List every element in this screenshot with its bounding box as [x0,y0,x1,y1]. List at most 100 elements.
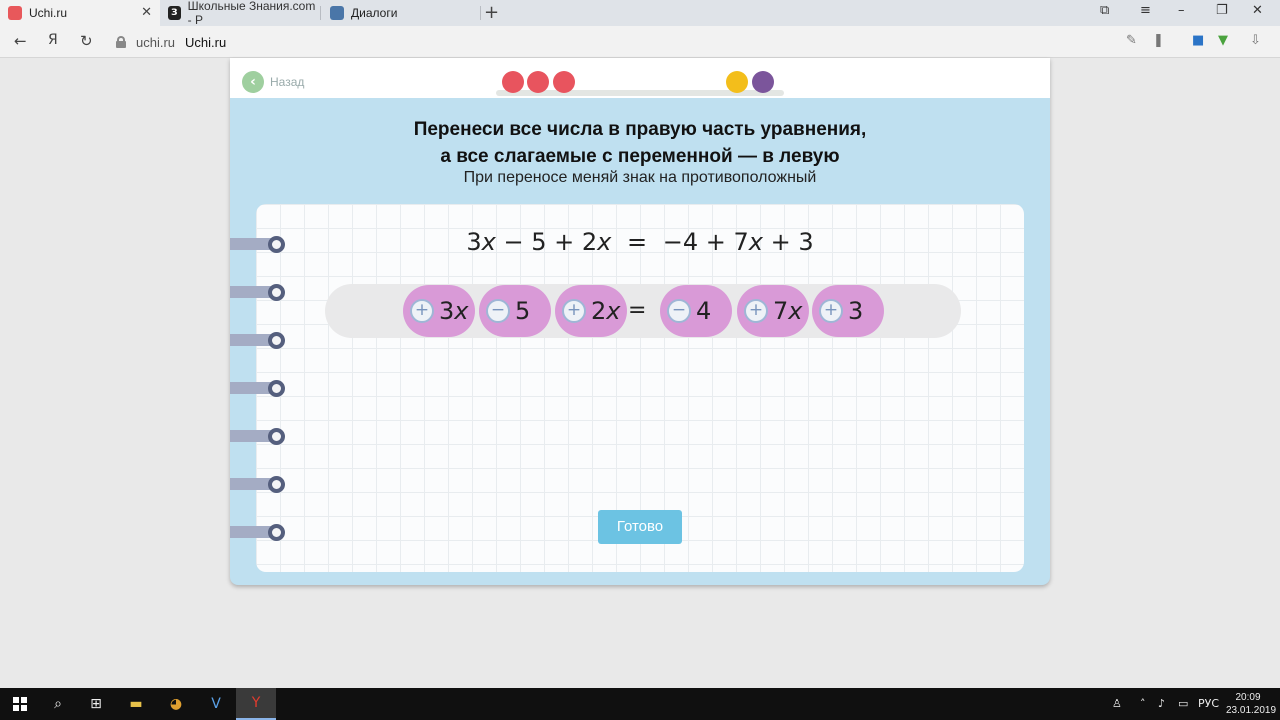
term-number: 4 [696,297,712,325]
progress-dot [726,71,748,93]
address-field[interactable]: uchi.ru Uchi.ru [108,29,1178,55]
bookmark-icon[interactable]: ❚ [1153,33,1164,48]
term-number: 7 [773,297,789,325]
url-domain: uchi.ru [136,34,176,50]
menu-icon[interactable]: ≡ [1140,3,1151,18]
lesson-header: ‹ Назад [230,58,1050,98]
term-variable: x [788,297,803,325]
new-tab-button[interactable]: + [484,2,499,23]
lock-icon [116,36,126,48]
chrome-icon[interactable]: ◕ [156,688,196,720]
term-value: 5 [515,297,530,325]
term-number: 2 [591,297,607,325]
eq-term: + 3 [762,228,814,256]
clock-time: 20:09 [1235,692,1261,703]
ready-button[interactable]: Готово [598,510,682,544]
term-chip[interactable]: −4 [660,285,732,337]
progress-dot [527,71,549,93]
notebook-ring [230,428,287,445]
term-number: 5 [515,297,531,325]
task-title: Перенеси все числа в правую часть уравне… [230,116,1050,170]
eq-equals: = [627,228,648,256]
sign-toggle-icon[interactable]: − [667,299,691,323]
notebook-ring [230,332,287,349]
download-extension-icon[interactable]: ▼ [1218,33,1228,48]
tray-chevron-icon[interactable]: ˄ [1140,697,1146,710]
tab-separator [320,6,321,20]
term-value: 2x [591,297,620,325]
term-number: 3 [439,297,455,325]
tab-znania[interactable]: З Школьные Знания.com - Р [160,0,320,27]
term-variable: x [606,297,621,325]
tab-uchi[interactable]: Uchi.ru ✕ [0,0,160,26]
restore-button[interactable]: ❐ [1216,3,1228,18]
equation: 3x − 5 + 2x = −4 + 7x + 3 [230,228,1050,256]
vk-favicon-icon [330,6,344,20]
eq-term: 3 [466,228,482,256]
browser-tab-bar: Uchi.ru ✕ З Школьные Знания.com - Р Диал… [0,0,1280,27]
clock-date: 23.01.2019 [1226,705,1277,716]
term-chip[interactable]: +3x [403,285,475,337]
znania-favicon-icon: З [168,6,181,20]
progress-dot [553,71,575,93]
yandex-icon[interactable]: Я [48,32,58,48]
task-title-line1: Перенеси все числа в правую часть уравне… [413,119,867,140]
chevron-left-icon: ‹ [242,71,264,93]
downloads-icon[interactable]: ⇩ [1250,33,1261,48]
back-label: Назад [270,75,305,89]
notebook-ring [230,524,287,541]
search-icon[interactable]: ⌕ [38,688,78,720]
tab-dialogs[interactable]: Диалоги [322,0,480,26]
protect-icon[interactable]: ✎ [1126,33,1137,48]
term-chip[interactable]: +2x [555,285,627,337]
network-icon[interactable]: ▭ [1178,697,1188,710]
back-button[interactable]: ‹ Назад [242,71,304,93]
file-explorer-icon[interactable]: ▬ [116,688,156,720]
sign-toggle-icon[interactable]: + [744,299,768,323]
language-indicator[interactable]: РУС [1198,697,1219,710]
term-chip[interactable]: +3 [812,285,884,337]
lesson-card: ‹ Назад Перенеси все числа в правую част… [230,58,1050,585]
app-v-icon[interactable]: V [196,688,236,720]
notebook-ring [230,380,287,397]
term-chip[interactable]: −5 [479,285,551,337]
equals-sign: = [628,298,647,323]
task-view-icon[interactable]: ⊞ [76,688,116,720]
tab-title: Школьные Знания.com - Р [187,0,316,27]
clock[interactable]: 20:09 23.01.2019 [1226,691,1277,717]
terms-row: = +3x −5 +2x −4 +7x +3 [325,284,961,338]
task-subtitle: При переносе меняй знак на противоположн… [463,169,817,186]
url-page-title: Uchi.ru [185,34,227,50]
sign-toggle-icon[interactable]: + [410,299,434,323]
reload-icon[interactable]: ↻ [80,32,93,50]
eq-term: − 5 + 2 [495,228,598,256]
close-window-button[interactable]: ✕ [1252,3,1263,18]
eq-var: x [481,228,496,256]
progress-dot [752,71,774,93]
address-bar-row: ← Я ↻ uchi.ru Uchi.ru ✎ ❚ ■ ▼ ⇩ [0,26,1280,58]
notebook-ring [230,284,287,301]
back-arrow-icon[interactable]: ← [14,32,27,50]
start-button[interactable] [0,688,40,720]
extension-off-icon[interactable]: ■ [1192,33,1204,48]
sign-toggle-icon[interactable]: + [819,299,843,323]
progress-dot [502,71,524,93]
eq-term: −4 + 7 [662,228,749,256]
volume-icon[interactable]: ♪ [1158,697,1165,710]
term-value: 4 [696,297,711,325]
term-number: 3 [848,297,864,325]
term-value: 3 [848,297,863,325]
bookmarks-panel-icon[interactable]: ⧉ [1100,3,1109,18]
tab-title: Диалоги [351,6,398,20]
term-chip[interactable]: +7x [737,285,809,337]
sign-toggle-icon[interactable]: + [562,299,586,323]
minimize-button[interactable]: – [1178,3,1185,18]
yandex-browser-icon[interactable]: Y [236,688,276,720]
people-icon[interactable]: ♙ [1112,697,1122,710]
term-value: 3x [439,297,468,325]
sign-toggle-icon[interactable]: − [486,299,510,323]
close-tab-icon[interactable]: ✕ [141,5,152,20]
windows-taskbar: ⌕ ⊞ ▬ ◕ V Y ♙ ˄ ♪ ▭ РУС 20:09 23.01.2019 [0,688,1280,720]
windows-logo-icon [13,697,27,711]
tab-separator [480,6,481,20]
